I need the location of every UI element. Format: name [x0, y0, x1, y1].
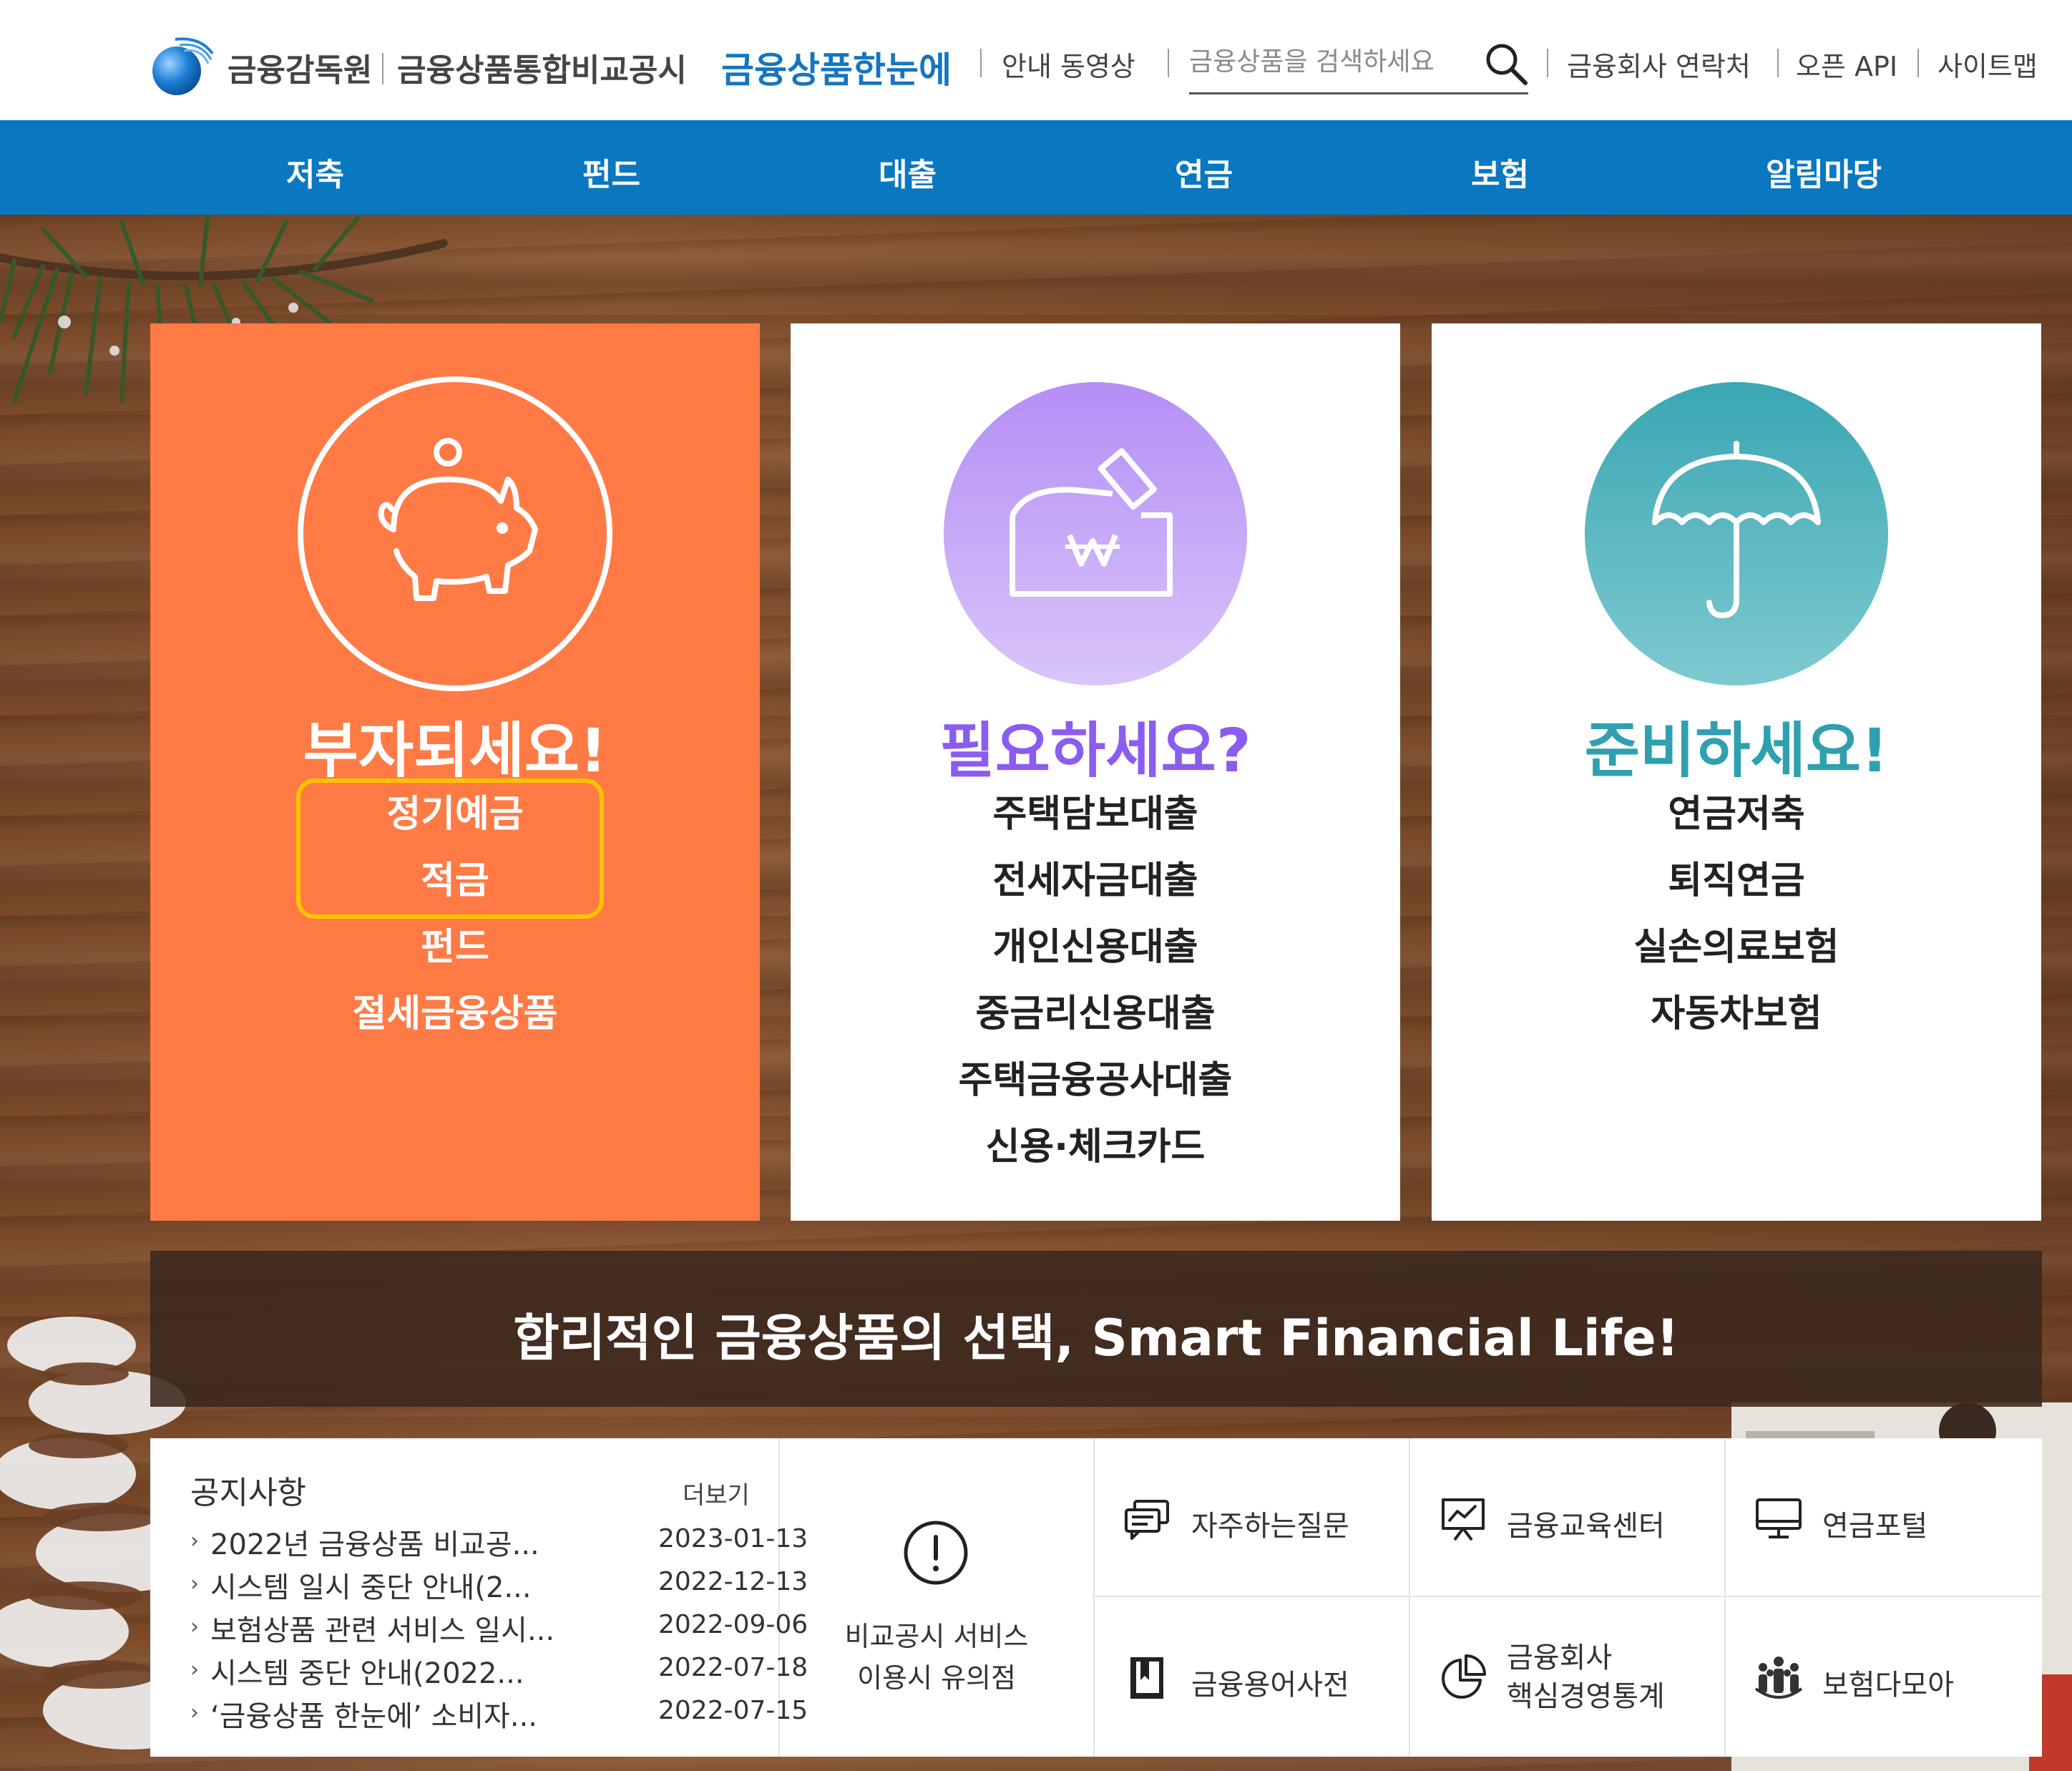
menu-item-credit-check-card[interactable]: 신용·체크카드 — [791, 1114, 1400, 1181]
quick-link-label: 금융용어사전 — [1191, 1669, 1349, 1702]
bullet: › — [190, 1528, 199, 1553]
site-header: 금융감독원 금융상품통합비교공시 금융상품한눈에 안내 동영상 금융회사 연락처… — [0, 0, 2072, 120]
portal-name[interactable]: 금융상품통합비교공시 — [397, 44, 687, 90]
quick-link-dictionary[interactable]: 금융용어사전 — [1095, 1597, 1410, 1756]
divider — [980, 49, 982, 77]
search-input[interactable] — [1189, 42, 1461, 82]
divider — [1917, 49, 1919, 77]
umbrella-icon[interactable] — [1575, 372, 1898, 696]
notice-row[interactable]: › ‘금융상품 한눈에’ 소비자... 2022-07-15 — [190, 1693, 808, 1736]
chat-icon — [1125, 1500, 1169, 1540]
bullet: › — [190, 1657, 199, 1682]
fss-globe-logo-icon[interactable] — [147, 32, 215, 101]
menu-item-tax-saving[interactable]: 절세금융상품 — [150, 981, 760, 1048]
menu-item-mortgage-loan[interactable]: 주택담보대출 — [791, 781, 1400, 848]
card-savings: 부자되세요! 정기예금 적금 펀드 절세금융상품 — [150, 323, 760, 1221]
quick-link-label: 금융회사 핵심경영통계 — [1507, 1641, 1665, 1713]
notice-text[interactable]: ‘금융상품 한눈에’ 소비자... — [210, 1693, 537, 1735]
divider — [382, 53, 383, 84]
nav-item-fund[interactable]: 펀드 — [582, 149, 640, 195]
notice-row[interactable]: › 시스템 중단 안내(2022... 2022-07-18 — [190, 1650, 808, 1693]
menu-item-personal-credit-loan[interactable]: 개인신용대출 — [791, 914, 1400, 981]
nav-item-notice-board[interactable]: 알림마당 — [1766, 149, 1882, 195]
card-title: 필요하세요? — [939, 716, 1251, 786]
notice-more-link[interactable]: 더보기 — [683, 1475, 750, 1511]
quick-link-pension-portal[interactable]: 연금포털 — [1726, 1438, 2041, 1597]
card-title: 준비하세요! — [1584, 716, 1889, 786]
sitemap-link[interactable]: 사이트맵 — [1937, 44, 2038, 84]
notice-text[interactable]: 시스템 일시 중단 안내(2... — [210, 1564, 532, 1606]
notice-row[interactable]: › 보험상품 관련 서비스 일시... 2022-09-06 — [190, 1607, 808, 1650]
menu-item-medical-insurance[interactable]: 실손의료보험 — [1432, 914, 2041, 981]
money-envelope-icon[interactable] — [934, 372, 1257, 696]
card-title: 부자되세요! — [303, 716, 607, 786]
quick-link-label: 금융교육센터 — [1507, 1510, 1665, 1543]
nav-item-loan[interactable]: 대출 — [879, 149, 937, 195]
menu-item-fund[interactable]: 펀드 — [150, 914, 760, 981]
dictionary-icon — [1130, 1657, 1163, 1699]
pie-chart-icon — [1442, 1654, 1486, 1699]
quick-link-label: 연금포털 — [1822, 1510, 1928, 1543]
exclamation-icon — [904, 1521, 968, 1585]
company-contacts-link[interactable]: 금융회사 연락처 — [1567, 44, 1751, 84]
caution-label: 이용시 유의점 — [857, 1662, 1016, 1694]
divider — [1168, 49, 1169, 77]
highlight-box — [296, 779, 604, 919]
loan-menu: 주택담보대출 전세자금대출 개인신용대출 중금리신용대출 주택금융공사대출 신용… — [791, 781, 1400, 1181]
service-caution-link[interactable]: 비교공시 서비스 이용시 유의점 — [780, 1438, 1095, 1757]
org-name[interactable]: 금융감독원 — [228, 44, 372, 90]
people-icon — [1754, 1657, 1803, 1699]
monitor-icon — [1756, 1498, 1802, 1538]
divider — [1777, 49, 1779, 77]
main-nav: 저축 펀드 대출 연금 보험 알림마당 — [0, 120, 2072, 215]
search-box — [1189, 36, 1528, 94]
notice-row[interactable]: › 시스템 일시 중단 안내(2... 2022-12-13 — [190, 1564, 808, 1607]
brand-name[interactable]: 금융상품한눈에 — [721, 42, 952, 93]
nav-item-savings[interactable]: 저축 — [286, 149, 344, 195]
caution-label: 비교공시 서비스 — [844, 1621, 1029, 1652]
open-api-link[interactable]: 오픈 API — [1796, 44, 1897, 84]
bullet: › — [190, 1614, 199, 1639]
slogan-text: 합리적인 금융상품의 선택, Smart Financial Life! — [513, 1309, 1679, 1367]
menu-item-hf-loan[interactable]: 주택금융공사대출 — [791, 1048, 1400, 1114]
menu-item-auto-insurance[interactable]: 자동차보험 — [1432, 981, 2041, 1048]
menu-item-jeonse-loan[interactable]: 전세자금대출 — [791, 848, 1400, 914]
guide-video-link[interactable]: 안내 동영상 — [1002, 44, 1135, 84]
menu-item-mid-rate-loan[interactable]: 중금리신용대출 — [791, 981, 1400, 1048]
notice-text[interactable]: 보험상품 관련 서비스 일시... — [210, 1607, 554, 1649]
bullet: › — [190, 1700, 199, 1725]
divider — [1547, 49, 1548, 77]
quick-link-insurance-damoa[interactable]: 보험다모아 — [1726, 1597, 2041, 1756]
nav-item-insurance[interactable]: 보험 — [1471, 149, 1529, 195]
notice-row[interactable]: › 2022년 금융상품 비교공... 2023-01-13 — [190, 1521, 808, 1564]
card-loan: 필요하세요? 주택담보대출 전세자금대출 개인신용대출 중금리신용대출 주택금융… — [791, 323, 1400, 1221]
bottom-panel: 공지사항 더보기 › 2022년 금융상품 비교공... 2023-01-13 … — [150, 1438, 2042, 1757]
notice-title: 공지사항 — [190, 1475, 306, 1511]
nav-item-pension[interactable]: 연금 — [1175, 149, 1233, 195]
notice-board: 공지사항 더보기 › 2022년 금융상품 비교공... 2023-01-13 … — [150, 1438, 808, 1757]
slogan-banner: 합리적인 금융상품의 선택, Smart Financial Life! — [150, 1251, 2042, 1407]
quick-link-management-stats[interactable]: 금융회사 핵심경영통계 — [1410, 1597, 1726, 1756]
quick-link-label: 자주하는질문 — [1191, 1510, 1349, 1543]
prepare-menu: 연금저축 퇴직연금 실손의료보험 자동차보험 — [1432, 781, 2041, 1048]
search-icon[interactable] — [1482, 40, 1530, 87]
bullet: › — [190, 1571, 199, 1596]
presentation-icon — [1442, 1498, 1485, 1541]
card-prepare: 준비하세요! 연금저축 퇴직연금 실손의료보험 자동차보험 — [1432, 323, 2041, 1221]
notice-text[interactable]: 시스템 중단 안내(2022... — [210, 1650, 524, 1692]
piggy-bank-icon[interactable] — [293, 372, 617, 696]
quick-link-education[interactable]: 금융교육센터 — [1410, 1438, 1726, 1597]
notice-text[interactable]: 2022년 금융상품 비교공... — [210, 1521, 539, 1563]
quick-link-faq[interactable]: 자주하는질문 — [1095, 1438, 1410, 1597]
menu-item-pension-savings[interactable]: 연금저축 — [1432, 781, 2041, 848]
menu-item-retirement-pension[interactable]: 퇴직연금 — [1432, 848, 2041, 914]
quick-link-label: 보험다모아 — [1822, 1669, 1954, 1702]
